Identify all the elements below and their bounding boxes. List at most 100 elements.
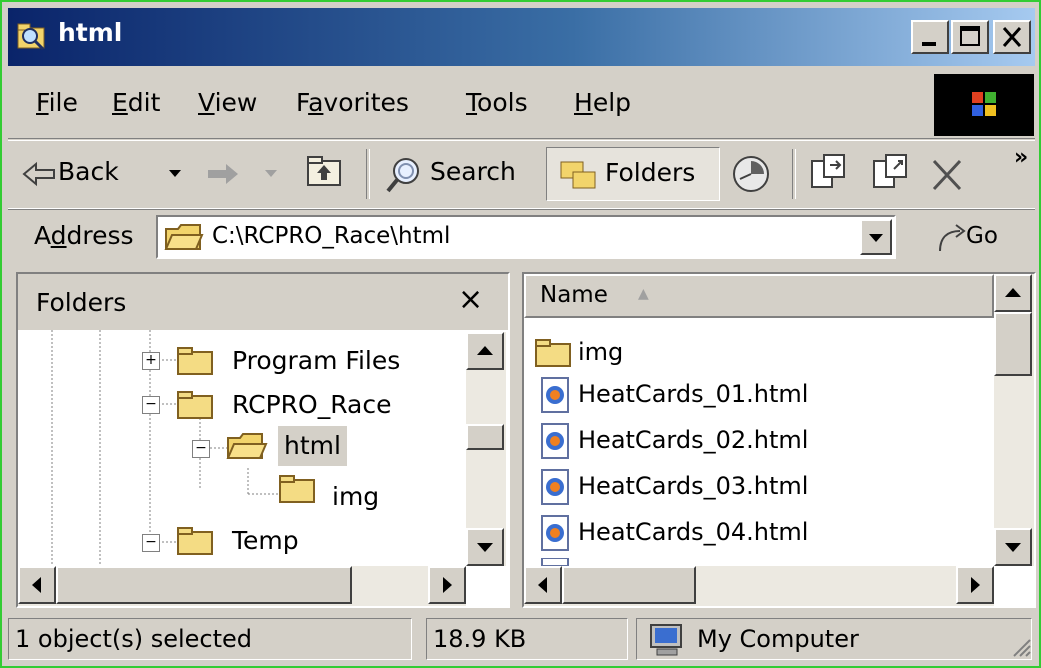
menu-tools[interactable]: Tools <box>466 88 528 117</box>
file-name: img <box>578 338 624 366</box>
column-header-name[interactable]: Name ▲ <box>524 274 994 318</box>
folder-icon <box>177 391 213 419</box>
go-arrow-icon <box>939 224 966 252</box>
dropdown-arrow-icon <box>169 170 181 177</box>
menu-file[interactable]: File <box>36 88 78 117</box>
go-label: Go <box>966 223 998 249</box>
search-button[interactable]: Search <box>382 151 532 199</box>
status-zone-label: My Computer <box>697 625 859 653</box>
html-file-icon <box>541 377 569 413</box>
arrow-right-icon <box>971 577 980 593</box>
folders-pane: Folders × + Program Files − RCPRO_Race −… <box>16 272 510 608</box>
windows-logo <box>934 74 1034 136</box>
my-computer-icon <box>650 624 682 656</box>
tree-expander[interactable]: + <box>142 352 160 370</box>
folder-open-icon <box>226 433 268 459</box>
folders-label: Folders <box>605 158 696 187</box>
html-file-icon <box>541 515 569 551</box>
scroll-right-button[interactable] <box>956 566 994 604</box>
horizontal-scrollbar[interactable] <box>18 566 466 606</box>
status-size: 18.9 KB <box>426 618 628 660</box>
folder-icon <box>177 347 213 375</box>
tree-item-label: Program Files <box>232 346 401 375</box>
forward-button[interactable] <box>204 151 294 199</box>
address-path: C:\RCPRO_Race\html <box>212 223 451 249</box>
copy-to-icon <box>873 154 907 188</box>
tree-item-label: img <box>332 482 380 511</box>
resize-grip-icon[interactable] <box>1010 636 1032 658</box>
address-label: Address <box>34 221 134 250</box>
vertical-scrollbar[interactable] <box>466 332 506 566</box>
tree-expander[interactable]: − <box>142 396 160 414</box>
menu-favorites[interactable]: Favorites <box>296 88 409 117</box>
partial-file-icon <box>541 558 569 566</box>
address-input[interactable]: C:\RCPRO_Race\html <box>156 215 896 259</box>
scroll-up-button[interactable] <box>466 332 504 370</box>
sort-ascending-icon: ▲ <box>638 286 649 302</box>
status-selection: 1 object(s) selected <box>8 618 412 660</box>
minimize-button[interactable] <box>911 20 949 54</box>
folders-pane-title: Folders <box>36 288 127 317</box>
scroll-thumb[interactable] <box>466 424 504 450</box>
history-icon <box>733 156 769 192</box>
maximize-button[interactable] <box>951 20 989 54</box>
scroll-left-button[interactable] <box>524 566 562 604</box>
go-button[interactable]: Go <box>928 217 1028 261</box>
html-file-icon <box>541 469 569 505</box>
horizontal-scrollbar[interactable] <box>524 566 994 606</box>
scroll-left-button[interactable] <box>18 566 56 604</box>
close-icon <box>1002 27 1022 47</box>
back-button[interactable]: Back <box>18 151 198 199</box>
status-zone: My Computer <box>636 618 1032 660</box>
menu-bar: File Edit View Favorites Tools Help <box>8 70 1035 139</box>
file-name: HeatCards_01.html <box>578 380 809 408</box>
folder-icon <box>177 527 213 555</box>
minimize-icon <box>922 42 936 46</box>
scroll-thumb[interactable] <box>56 566 352 604</box>
close-pane-icon[interactable]: × <box>458 282 483 317</box>
scroll-right-button[interactable] <box>428 566 466 604</box>
scroll-down-button[interactable] <box>466 528 504 566</box>
window-title: html <box>58 18 123 47</box>
arrow-left-icon <box>538 577 547 593</box>
tree-item-label: RCPRO_Race <box>232 390 392 419</box>
tree-item-label-selected: html <box>278 426 347 466</box>
menu-help[interactable]: Help <box>574 88 631 117</box>
forward-arrow-icon <box>208 164 238 184</box>
file-list-pane: Name ▲ img HeatCards_01.html HeatCards_0… <box>522 272 1036 608</box>
arrow-right-icon <box>443 577 452 593</box>
move-to-icon <box>811 154 845 188</box>
scroll-thumb[interactable] <box>994 312 1032 376</box>
history-button[interactable] <box>728 151 778 199</box>
address-dropdown-button[interactable] <box>860 219 892 255</box>
scroll-thumb[interactable] <box>562 566 696 604</box>
copy-to-button[interactable] <box>868 151 918 199</box>
folders-button[interactable]: Folders <box>546 147 720 201</box>
file-name: HeatCards_03.html <box>578 472 809 500</box>
explorer-folder-icon <box>17 23 45 51</box>
arrow-up-icon <box>1005 288 1021 297</box>
vertical-scrollbar[interactable] <box>994 274 1034 566</box>
menu-view[interactable]: View <box>198 88 257 117</box>
arrow-up-icon <box>477 346 493 355</box>
tree-expander[interactable]: − <box>142 534 160 552</box>
up-folder-button[interactable] <box>304 153 354 197</box>
toolbar-separator <box>792 149 796 199</box>
move-to-button[interactable] <box>806 151 856 199</box>
column-name-label: Name <box>540 282 608 308</box>
arrow-down-icon <box>477 543 493 552</box>
search-label: Search <box>430 157 516 186</box>
title-bar[interactable]: html <box>8 8 1035 66</box>
file-name: HeatCards_02.html <box>578 426 809 454</box>
menu-edit[interactable]: Edit <box>112 88 160 117</box>
close-button[interactable] <box>993 20 1031 54</box>
delete-button[interactable] <box>926 151 976 199</box>
scroll-up-button[interactable] <box>994 274 1032 312</box>
folder-icon <box>535 339 571 367</box>
back-arrow-icon <box>22 161 55 187</box>
tree-expander[interactable]: − <box>192 440 210 458</box>
delete-x-icon <box>932 159 962 191</box>
toolbar-overflow-chevron[interactable]: » <box>1014 145 1028 170</box>
scroll-down-button[interactable] <box>994 528 1032 566</box>
folders-icon <box>560 161 596 189</box>
